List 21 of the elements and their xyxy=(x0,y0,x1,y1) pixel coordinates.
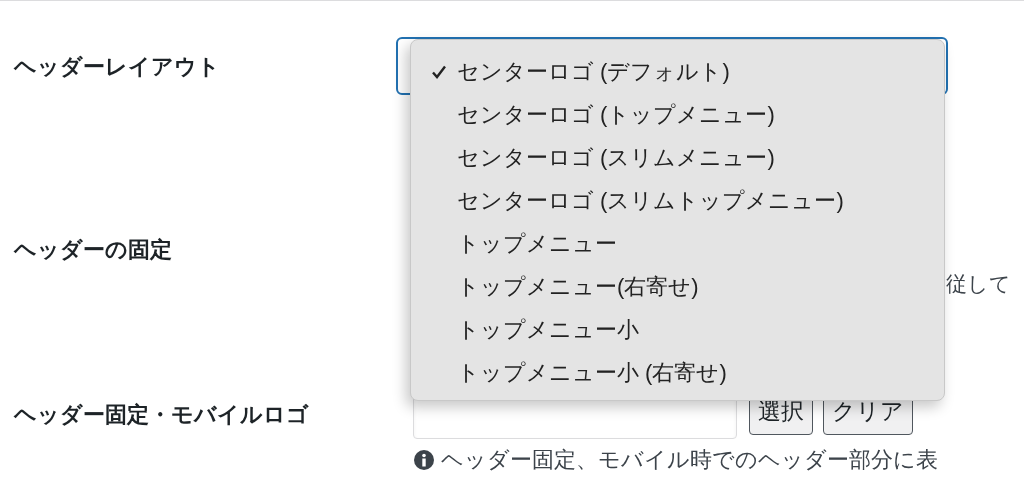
menu-item-label: トップメニュー xyxy=(457,230,617,258)
menu-item-label: トップメニュー小 (右寄せ) xyxy=(457,359,727,387)
menu-item[interactable]: センターロゴ (デフォルト) xyxy=(411,50,944,93)
menu-item[interactable]: トップメニュー小 xyxy=(411,308,944,351)
menu-item[interactable]: センターロゴ (トップメニュー) xyxy=(411,93,944,136)
setting-label: ヘッダーレイアウト xyxy=(14,52,220,81)
setting-description: 従して xyxy=(946,272,1011,295)
setting-label: ヘッダー固定・モバイルロゴ xyxy=(14,402,309,427)
menu-item-label: センターロゴ (デフォルト) xyxy=(457,58,730,86)
info-icon xyxy=(413,449,435,471)
menu-item-label: センターロゴ (スリムトップメニュー) xyxy=(457,187,844,215)
menu-item[interactable]: トップメニュー(右寄せ) xyxy=(411,265,944,308)
menu-item[interactable]: トップメニュー xyxy=(411,222,944,265)
menu-item-label: トップメニュー小 xyxy=(457,316,639,344)
setting-label: ヘッダーの固定 xyxy=(14,237,172,262)
menu-item-label: センターロゴ (スリムメニュー) xyxy=(457,144,775,172)
menu-item[interactable]: センターロゴ (スリムトップメニュー) xyxy=(411,179,944,222)
help-text: ヘッダー固定、モバイル時でのヘッダー部分に表 xyxy=(441,447,938,473)
menu-item-label: トップメニュー(右寄せ) xyxy=(457,273,699,301)
menu-item-label: センターロゴ (トップメニュー) xyxy=(457,101,775,129)
menu-item[interactable]: センターロゴ (スリムメニュー) xyxy=(411,136,944,179)
